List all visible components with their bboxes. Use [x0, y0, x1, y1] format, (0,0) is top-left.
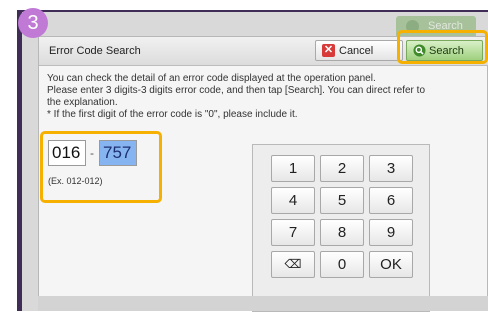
close-icon: ✕ — [322, 44, 335, 57]
key-1[interactable]: 1 — [271, 155, 315, 182]
description-line: You can check the detail of an error cod… — [47, 73, 376, 84]
ok-key[interactable]: OK — [369, 251, 413, 278]
description-text: You can check the detail of an error cod… — [47, 73, 477, 121]
description-line: * If the first digit of the error code i… — [47, 109, 298, 120]
screenshot-frame: Search Error Code Search ✕ Cancel Search… — [0, 0, 488, 312]
key-7[interactable]: 7 — [271, 219, 315, 246]
key-0[interactable]: 0 — [320, 251, 364, 278]
search-button-highlight — [397, 30, 488, 64]
bottom-panel-strip — [38, 296, 488, 311]
backspace-icon: ⌫ — [284, 257, 302, 271]
backspace-key[interactable]: ⌫ — [271, 251, 315, 278]
numeric-keypad: 1 2 3 4 5 6 7 8 9 ⌫ 0 OK — [252, 144, 430, 312]
key-8[interactable]: 8 — [320, 219, 364, 246]
key-2[interactable]: 2 — [320, 155, 364, 182]
description-line: Please enter 3 digits-3 digits error cod… — [47, 85, 426, 96]
key-4[interactable]: 4 — [271, 187, 315, 214]
key-9[interactable]: 9 — [369, 219, 413, 246]
step-number-badge: 3 — [18, 8, 48, 38]
code-entry-highlight — [40, 131, 162, 203]
key-5[interactable]: 5 — [320, 187, 364, 214]
key-6[interactable]: 6 — [369, 187, 413, 214]
key-3[interactable]: 3 — [369, 155, 413, 182]
cancel-label: Cancel — [339, 45, 374, 57]
cancel-button[interactable]: ✕ Cancel — [315, 40, 403, 61]
description-line: the explanation. — [47, 97, 118, 108]
dialog-title: Error Code Search — [49, 45, 141, 57]
